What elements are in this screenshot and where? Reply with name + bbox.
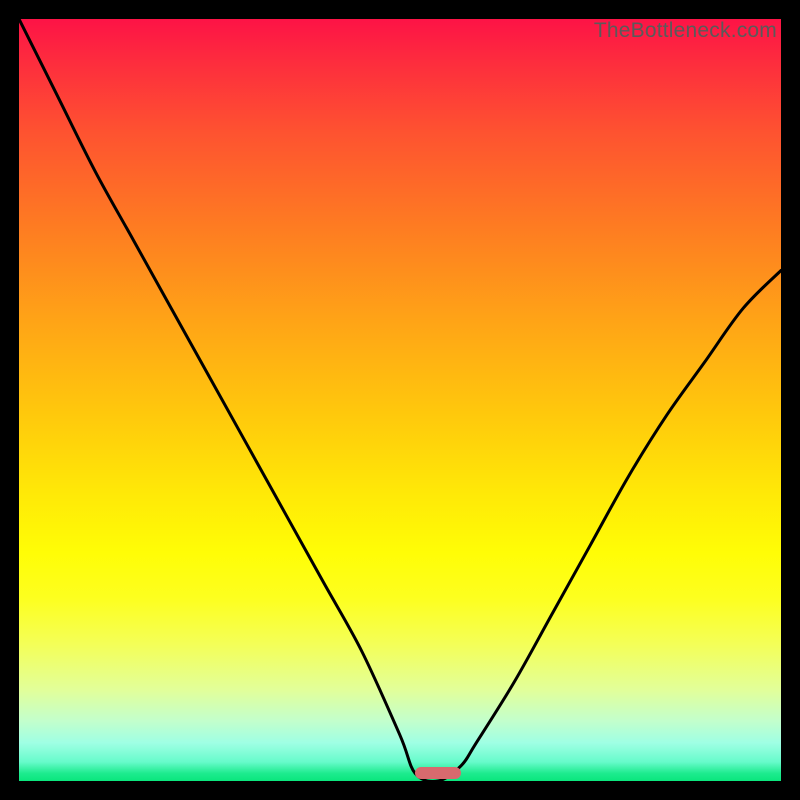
optimum-marker xyxy=(415,767,461,779)
curve-path xyxy=(19,19,781,781)
watermark-text: TheBottleneck.com xyxy=(594,19,777,43)
chart-frame: TheBottleneck.com xyxy=(0,0,800,800)
plot-area: TheBottleneck.com xyxy=(19,19,781,781)
bottleneck-curve xyxy=(19,19,781,781)
